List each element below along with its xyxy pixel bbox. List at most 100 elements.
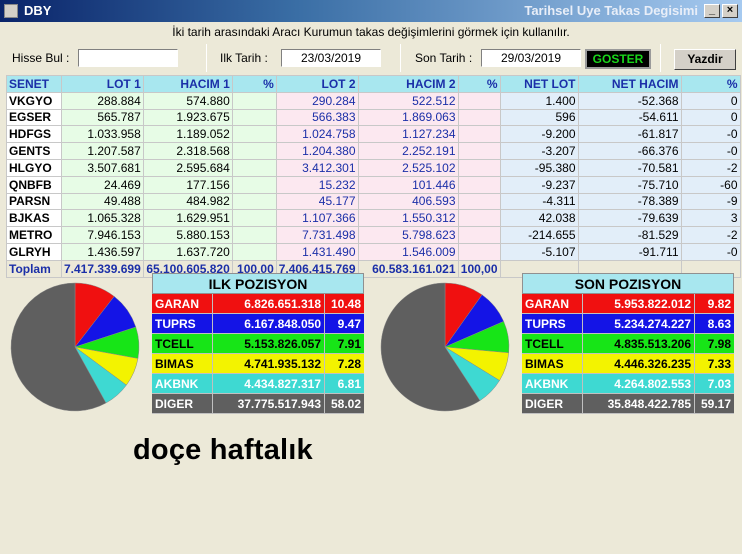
table-cell [231,175,277,194]
position-value: 6.167.848.050 [212,314,324,333]
table-row[interactable]: GLRYH 1.436.597 1.637.720 1.431.490 1.546.00… [6,242,741,261]
table-row[interactable]: GENTS 1.207.587 2.318.568 1.204.380 2.252.19… [6,142,741,160]
table-cell: 2.318.568 [142,142,233,160]
position-value: 6.826.651.318 [212,294,324,313]
position-percent: 9.47 [324,314,364,333]
table-cell [457,226,501,244]
table-cell: 0 [680,91,741,110]
app-title: DBY [24,3,52,18]
close-button[interactable]: × [722,4,738,18]
table-row[interactable]: BJKAS 1.065.328 1.629.951 1.107.366 1.550.31… [6,209,741,228]
table-cell: 1.869.063 [357,108,459,127]
son-pozisyon-title: SON POZISYON [522,273,734,294]
table-row[interactable]: QNBFB 24.469 177.156 15.232 101.446 -9.237 -75… [6,175,741,194]
table-row[interactable]: VKGYO 288.884 574.880 290.284 522.512 1.400 -5… [6,91,741,110]
usage-hint: İki tarih arasındaki Aracı Kurumun takas… [172,25,570,39]
table-cell: 3.412.301 [275,158,359,177]
table-cell: 15.232 [275,175,359,194]
total-cell: 100,00 [457,259,501,278]
column-header[interactable]: NET LOT [499,75,579,93]
table-cell: QNBFB [6,175,62,194]
total-cell: Toplam [6,259,62,278]
son-tarih-label: Son Tarih : [415,51,473,65]
table-cell: 1.923.675 [142,108,233,127]
table-cell: 1.400 [499,91,579,110]
table-cell: 2.525.102 [357,158,459,177]
column-header[interactable]: SENET [6,75,62,93]
table-cell: 7.731.498 [275,226,359,244]
hisse-bul-label: Hisse Bul : [12,51,70,65]
table-cell: 566.383 [275,108,359,127]
table-cell [231,192,277,211]
table-cell: 1.204.380 [275,142,359,160]
goster-button[interactable]: GOSTER [585,49,651,69]
position-symbol: AKBNK [152,374,212,393]
son-pozisyon-panel: SON POZISYON GARAN 5.953.822.012 9.82 TUPRS… [522,273,734,414]
position-percent: 10.48 [324,294,364,313]
title-bar: DBY Tarihsel Uye Takas Degisimi _ × [0,0,742,22]
table-cell [231,125,277,144]
ilk-pozisyon-title: ILK POZISYON [152,273,364,294]
table-cell [457,142,501,160]
position-row: DIGER 35.848.422.785 59.17 [522,394,734,414]
table-row[interactable]: HLGYO 3.507.681 2.595.684 3.412.301 2.525.10… [6,158,741,177]
column-header[interactable]: HACIM 1 [142,75,233,93]
position-percent: 7.91 [324,334,364,353]
table-cell: 5.880.153 [142,226,233,244]
table-cell: -0 [680,242,741,261]
table-cell: HLGYO [6,158,62,177]
son-tarih-input[interactable]: 29/03/2019 [481,49,581,67]
table-cell: 2.252.191 [357,142,459,160]
position-symbol: GARAN [152,294,212,313]
column-header[interactable]: LOT 1 [61,75,144,93]
yazdir-button[interactable]: Yazdir [674,49,736,70]
window-title: Tarihsel Uye Takas Degisimi [524,3,698,18]
hisse-bul-input[interactable] [78,49,178,67]
table-cell [231,158,277,177]
minimize-button[interactable]: _ [704,4,720,18]
table-row[interactable]: PARSN 49.488 484.982 45.177 406.593 -4.311 -78… [6,192,741,211]
column-header[interactable]: NET HACIM [577,75,682,93]
ilk-tarih-input[interactable]: 23/03/2019 [281,49,381,67]
table-cell: 1.637.720 [142,242,233,261]
table-cell: 1.033.958 [61,125,144,144]
table-cell: 1.127.234 [357,125,459,144]
position-value: 4.741.935.132 [212,354,324,373]
table-cell: -95.380 [499,158,579,177]
position-percent: 7.33 [694,354,734,373]
table-cell: 1.024.758 [275,125,359,144]
table-cell: 288.884 [61,91,144,110]
table-row[interactable]: HDFGS 1.033.958 1.189.052 1.024.758 1.127.23… [6,125,741,144]
column-header[interactable]: LOT 2 [275,75,359,93]
position-row: AKBNK 4.264.802.553 7.03 [522,374,734,394]
table-cell: METRO [6,226,62,244]
table-cell: 1.207.587 [61,142,144,160]
table-cell: -79.639 [577,209,682,228]
table-cell: VKGYO [6,91,62,110]
column-header[interactable]: % [680,75,741,93]
position-symbol: TCELL [152,334,212,353]
table-cell [457,108,501,127]
table-cell: 565.787 [61,108,144,127]
position-symbol: GARAN [522,294,582,313]
table-cell [231,226,277,244]
table-cell: BJKAS [6,209,62,228]
table-cell: 484.982 [142,192,233,211]
position-symbol: TUPRS [522,314,582,333]
position-row: TUPRS 6.167.848.050 9.47 [152,314,364,334]
table-cell: -2 [680,158,741,177]
table-cell: -4.311 [499,192,579,211]
table-cell [231,142,277,160]
table-cell: -66.376 [577,142,682,160]
table-row[interactable]: EGSER 565.787 1.923.675 566.383 1.869.063 596… [6,108,741,127]
column-header[interactable]: % [457,75,501,93]
table-cell: -5.107 [499,242,579,261]
position-row: AKBNK 4.434.827.317 6.81 [152,374,364,394]
column-header[interactable]: HACIM 2 [357,75,459,93]
column-header[interactable]: % [231,75,277,93]
table-cell [231,91,277,110]
table-cell: 1.629.951 [142,209,233,228]
table-row[interactable]: METRO 7.946.153 5.880.153 7.731.498 5.798.62… [6,226,741,244]
position-row: TCELL 4.835.513.206 7.98 [522,334,734,354]
table-cell: 2.595.684 [142,158,233,177]
